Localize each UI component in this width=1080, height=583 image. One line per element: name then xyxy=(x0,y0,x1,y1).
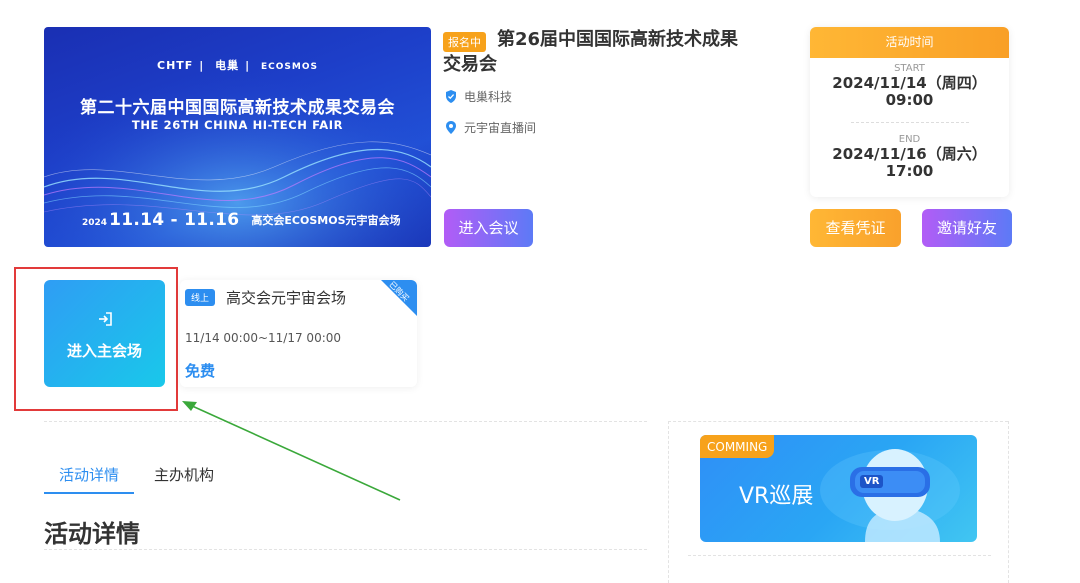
venue-card[interactable]: 线上 高交会元宇宙会场 已购买 11/14 00:00~11/17 00:00 … xyxy=(180,280,417,387)
location-name: 元宇宙直播间 xyxy=(464,121,537,135)
start-time: 09:00 xyxy=(885,91,934,109)
enter-main-venue-label: 进入主会场 xyxy=(66,342,142,360)
end-label: END xyxy=(898,134,921,145)
side-divider-bottom xyxy=(688,555,991,556)
event-time-card: 活动时间 START 2024/11/14（周四） 09:00 END 2024… xyxy=(810,27,1009,197)
banner-venue: 高交会ECOSMOS元宇宙会场 xyxy=(251,214,401,227)
banner-dates: 11.14 - 11.16 xyxy=(109,210,240,230)
tab-organizers[interactable]: 主办机构 xyxy=(154,464,214,485)
location-row: 元宇宙直播间 xyxy=(445,119,536,136)
tab-activity-details[interactable]: 活动详情 xyxy=(44,464,134,485)
organizer-row: 电巢科技 xyxy=(445,88,512,105)
event-title: 第26届中国国际高新技术成果交易会 xyxy=(443,29,739,75)
active-tab-underline xyxy=(44,492,134,494)
section-divider-bottom xyxy=(44,549,647,550)
banner-date-row: 2024 11.14 - 11.16 高交会ECOSMOS元宇宙会场 xyxy=(82,210,401,230)
start-label: START xyxy=(894,63,925,74)
banner-year: 2024 xyxy=(82,218,108,228)
side-divider-top xyxy=(668,421,1008,422)
view-ticket-button[interactable]: 查看凭证 xyxy=(810,209,901,247)
enter-door-icon xyxy=(99,312,112,326)
banner-cn-title: 第二十六届中国国际高新技术成果交易会 xyxy=(80,98,395,118)
ecosmos-logo: ECOSMOS xyxy=(261,62,318,72)
side-divider-right xyxy=(1008,421,1009,583)
venue-name: 高交会元宇宙会场 xyxy=(226,289,347,307)
end-date: 2024/11/16（周六） xyxy=(832,145,987,163)
banner-en-title: THE 26TH CHINA HI-TECH FAIR xyxy=(131,118,344,132)
time-card-header: 活动时间 xyxy=(810,27,1009,58)
section-title: 活动详情 xyxy=(44,520,140,548)
vr-tour-title: VR巡展 xyxy=(739,484,814,509)
time-divider xyxy=(850,122,969,123)
enter-meeting-button[interactable]: 进入会议 xyxy=(444,209,533,247)
venue-time-range: 11/14 00:00~11/17 00:00 xyxy=(185,331,342,345)
event-banner[interactable]: CHTF | 电巢 | ECOSMOS 第二十六届中国国际高新技术成果交易会 THE… xyxy=(44,27,431,247)
side-divider-left xyxy=(668,421,669,583)
vr-tour-card[interactable]: VR COMMING VR巡展 xyxy=(700,435,977,542)
coming-tag: COMMING xyxy=(700,435,775,458)
chtf-logo: CHTF xyxy=(157,59,194,72)
organizer-name: 电巢科技 xyxy=(464,90,513,104)
banner-logos: CHTF | 电巢 | ECOSMOS xyxy=(157,59,318,72)
vr-headset-label: VR xyxy=(860,475,884,488)
status-badge: 报名中 xyxy=(443,32,486,52)
shield-check-icon xyxy=(446,90,456,103)
end-time: 17:00 xyxy=(885,162,934,180)
invite-friends-button[interactable]: 邀请好友 xyxy=(922,209,1012,247)
section-divider-top xyxy=(44,421,647,422)
online-badge: 线上 xyxy=(185,289,216,306)
location-pin-icon xyxy=(446,121,456,134)
enter-main-venue-button[interactable]: 进入主会场 xyxy=(44,280,165,387)
dianchao-logo: 电巢 xyxy=(215,59,240,72)
start-date: 2024/11/14（周四） xyxy=(832,74,987,92)
venue-price: 免费 xyxy=(185,362,216,380)
